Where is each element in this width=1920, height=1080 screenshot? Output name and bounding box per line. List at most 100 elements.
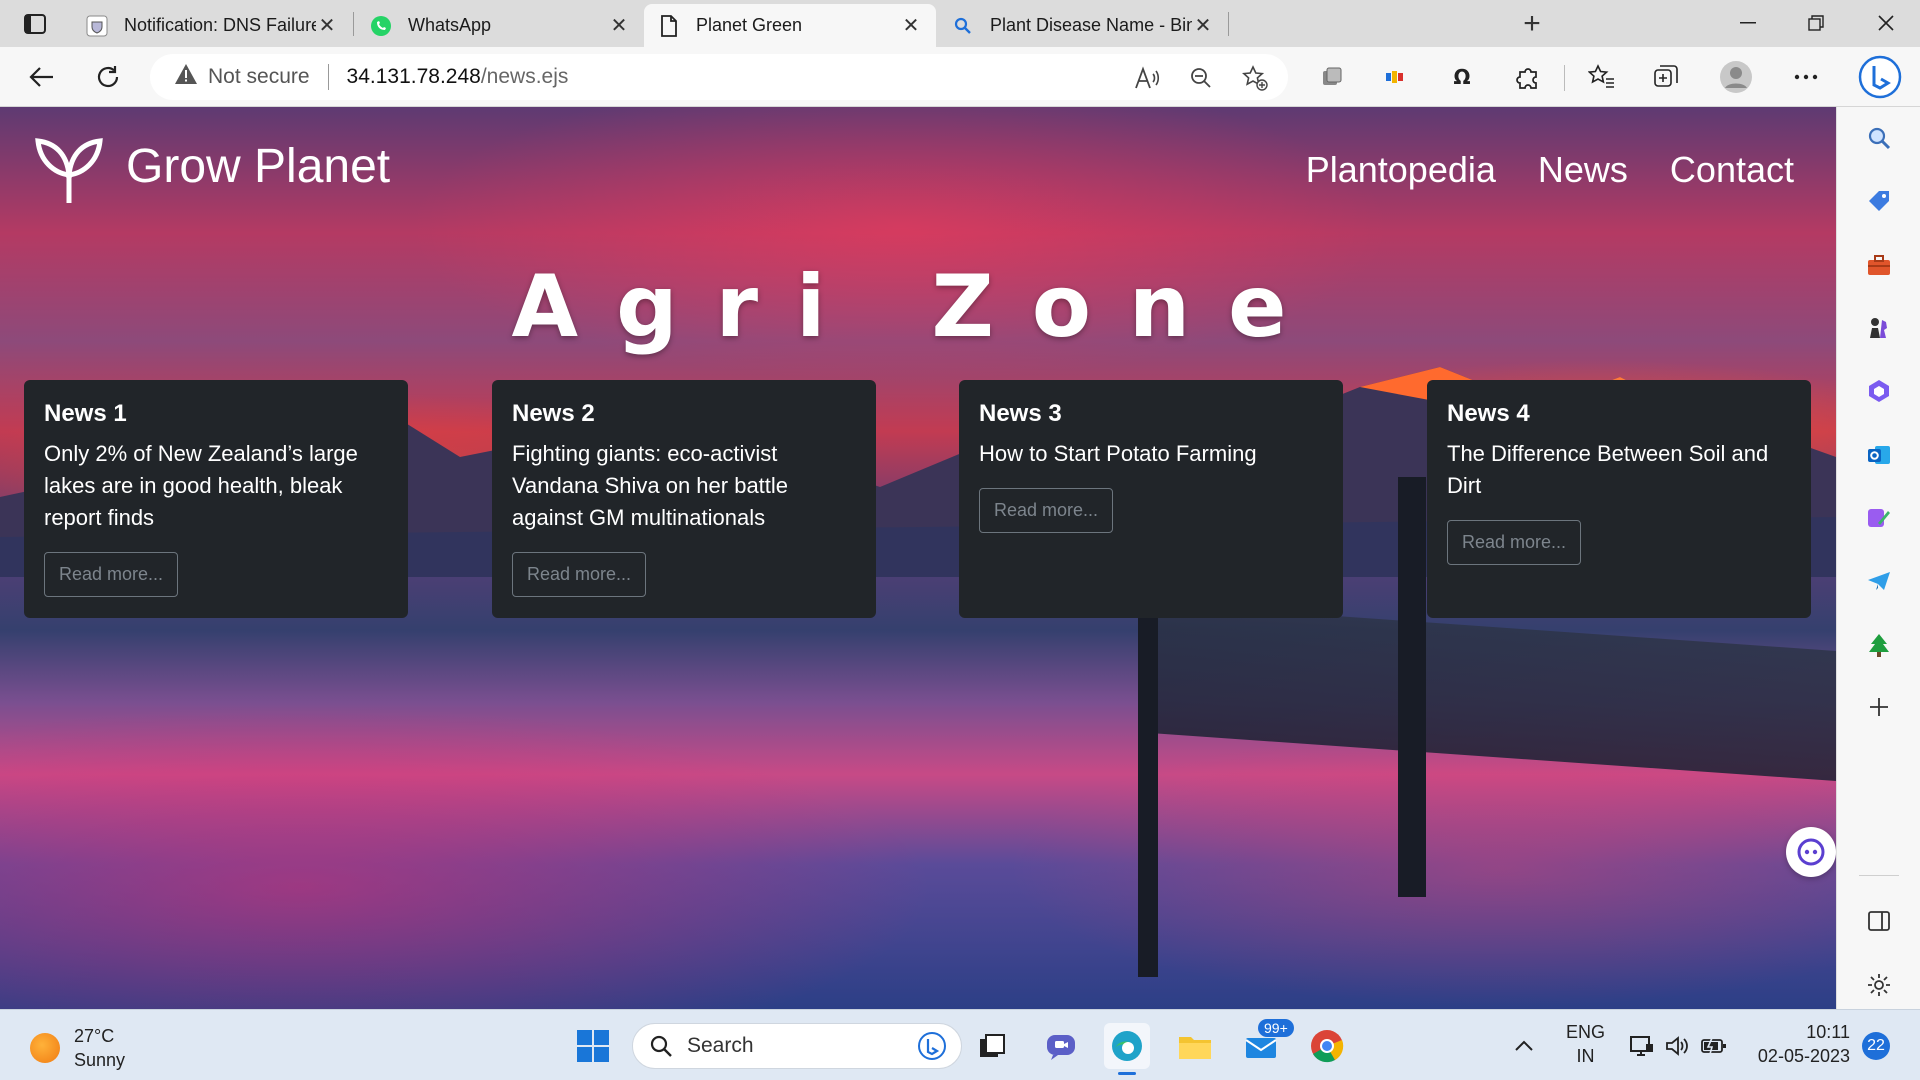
tab-actions-icon[interactable]	[18, 10, 52, 38]
tab-dns-failure[interactable]: Notification: DNS Failure ✕	[72, 4, 352, 47]
volume-icon[interactable]	[1660, 1023, 1696, 1069]
clock-date: 02-05-2023	[1757, 1046, 1850, 1066]
background-pier-post	[1138, 607, 1158, 977]
refresh-icon[interactable]	[88, 57, 128, 97]
system-clock[interactable]: 10:11 02-05-2023	[1752, 1020, 1850, 1068]
send-telegram-icon[interactable]	[1857, 559, 1901, 603]
extensions-puzzle-icon[interactable]	[1508, 57, 1548, 97]
settings-gear-icon[interactable]	[1857, 963, 1901, 1007]
read-more-button[interactable]: Read more...	[979, 488, 1114, 533]
sun-icon	[30, 1033, 60, 1063]
read-aloud-icon[interactable]	[1132, 63, 1162, 93]
weather-temp: 27°C	[74, 1026, 115, 1046]
read-more-button[interactable]: Read more...	[512, 552, 647, 597]
background-pier-post	[1398, 477, 1426, 897]
shield-favicon-icon	[86, 15, 108, 37]
chevron-up-icon[interactable]	[1508, 1023, 1540, 1069]
extension-omega-icon[interactable]: Ω	[1442, 57, 1482, 97]
page-viewport: Grow Planet Plantopedia News Contact Agr…	[0, 107, 1836, 1009]
restore-icon[interactable]	[1796, 6, 1836, 40]
tab-title: WhatsApp	[408, 15, 492, 35]
search-icon	[650, 1035, 672, 1057]
read-more-button[interactable]: Read more...	[1447, 520, 1582, 565]
card-title: News 1	[44, 400, 127, 427]
bing-copilot-icon[interactable]	[1856, 53, 1904, 101]
language-indicator[interactable]: ENG IN	[1566, 1020, 1605, 1068]
profile-avatar-icon[interactable]	[1716, 57, 1756, 97]
page-icon	[658, 14, 680, 37]
close-icon[interactable]: ✕	[316, 15, 338, 37]
games-chess-icon[interactable]	[1857, 306, 1901, 350]
taskbar-search[interactable]: Search	[632, 1023, 962, 1069]
add-sidebar-app-icon[interactable]	[1857, 685, 1901, 729]
tab-divider	[1228, 12, 1229, 36]
collections-icon[interactable]	[1646, 57, 1686, 97]
tab-bing-images[interactable]: Plant Disease Name - Bing images ✕	[938, 4, 1228, 47]
news-card: News 3 How to Start Potato Farming Read …	[959, 380, 1343, 618]
sprout-logo-icon[interactable]	[34, 135, 104, 205]
security-label[interactable]: Not secure	[208, 65, 310, 89]
chrome-icon[interactable]	[1304, 1023, 1350, 1069]
tab-divider	[353, 12, 354, 36]
tab-title: Planet Green	[696, 15, 803, 35]
card-title: News 2	[512, 400, 595, 427]
windows-start-icon[interactable]	[570, 1023, 616, 1069]
designer-icon[interactable]	[1857, 496, 1901, 540]
outlook-icon[interactable]	[1857, 433, 1901, 477]
site-nav: Plantopedia News Contact	[1306, 149, 1794, 191]
search-icon[interactable]	[1857, 116, 1901, 160]
tools-briefcase-icon[interactable]	[1857, 243, 1901, 287]
notification-count-badge[interactable]: 22	[1862, 1032, 1890, 1060]
card-title: News 3	[979, 400, 1062, 427]
extension-colorful-icon[interactable]	[1376, 57, 1416, 97]
close-icon[interactable]: ✕	[608, 15, 630, 37]
extension-collections-icon[interactable]	[1312, 57, 1352, 97]
close-icon[interactable]: ✕	[900, 15, 922, 37]
back-arrow-icon[interactable]	[22, 57, 62, 97]
nav-link-contact[interactable]: Contact	[1670, 149, 1794, 191]
nav-link-plantopedia[interactable]: Plantopedia	[1306, 149, 1496, 191]
card-text: Fighting giants: eco-activist Vandana Sh…	[512, 441, 789, 530]
microsoft-365-icon[interactable]	[1857, 369, 1901, 413]
zoom-out-icon[interactable]	[1186, 63, 1216, 93]
new-tab-button[interactable]: +	[1516, 7, 1548, 40]
network-monitor-icon[interactable]	[1624, 1023, 1660, 1069]
read-more-button[interactable]: Read more...	[44, 552, 179, 597]
bing-search-icon	[952, 15, 974, 37]
active-indicator	[1118, 1072, 1136, 1075]
nav-link-news[interactable]: News	[1538, 149, 1628, 191]
file-explorer-icon[interactable]	[1172, 1023, 1218, 1069]
tab-whatsapp[interactable]: WhatsApp ✕	[356, 4, 644, 47]
more-menu-icon[interactable]	[1786, 57, 1826, 97]
teams-chat-icon[interactable]	[1038, 1023, 1084, 1069]
battery-charging-icon[interactable]	[1696, 1023, 1732, 1069]
url-host[interactable]: 34.131.78.248	[347, 65, 481, 89]
background-dock	[1150, 603, 1836, 781]
close-window-icon[interactable]	[1866, 6, 1906, 40]
shopping-tag-icon[interactable]	[1857, 179, 1901, 223]
chat-assistant-icon[interactable]	[1786, 827, 1836, 877]
url-path[interactable]: /news.ejs	[481, 65, 569, 89]
sidebar-panel-icon[interactable]	[1857, 899, 1901, 943]
task-view-icon[interactable]	[970, 1023, 1016, 1069]
minimize-icon[interactable]	[1728, 6, 1768, 40]
windows-taskbar: 27°C Sunny Search 99+ ENG IN 10:11 02-05…	[0, 1009, 1920, 1080]
tree-icon[interactable]	[1857, 623, 1901, 667]
whatsapp-icon	[370, 15, 392, 37]
site-title[interactable]: Grow Planet	[126, 139, 390, 194]
edge-browser-icon[interactable]	[1104, 1023, 1150, 1075]
hero-heading: Agri Zone	[511, 257, 1325, 357]
weather-condition: Sunny	[74, 1050, 126, 1070]
mail-icon[interactable]: 99+	[1238, 1019, 1294, 1069]
toolbar-divider	[1564, 65, 1565, 91]
card-title: News 4	[1447, 400, 1530, 427]
card-text: The Difference Between Soil and Dirt	[1447, 441, 1769, 498]
address-bar[interactable]: Not secure 34.131.78.248/news.ejs	[150, 54, 1288, 100]
warning-icon[interactable]	[174, 63, 198, 91]
close-icon[interactable]: ✕	[1192, 15, 1214, 37]
add-favorite-icon[interactable]	[1240, 63, 1270, 93]
weather-widget[interactable]: 27°C Sunny	[30, 1024, 125, 1072]
tab-planet-green[interactable]: Planet Green ✕	[644, 4, 936, 47]
tab-title: Plant Disease Name - Bing images	[990, 15, 1192, 35]
favorites-icon[interactable]	[1582, 57, 1622, 97]
